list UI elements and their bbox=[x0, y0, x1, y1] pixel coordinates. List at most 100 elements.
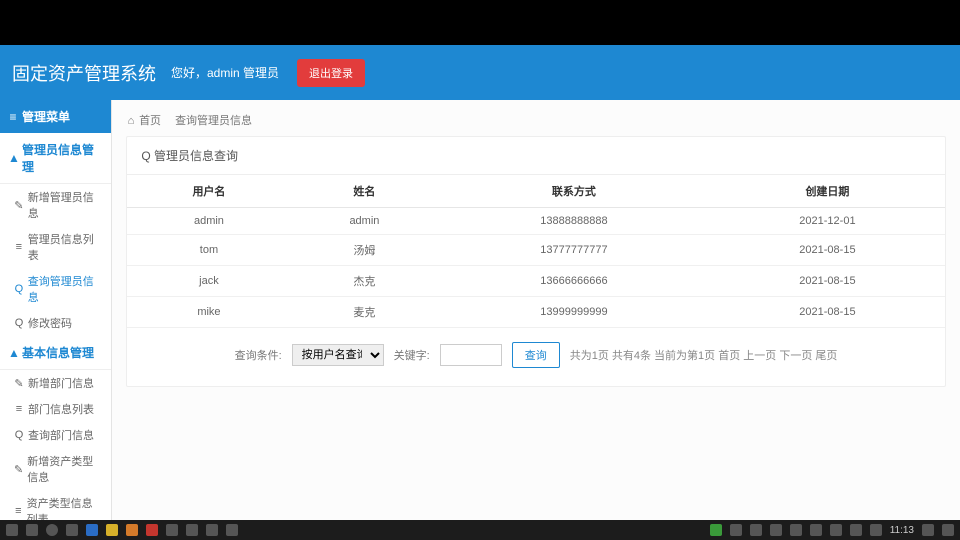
sidebar-item[interactable]: ✎新增部门信息 bbox=[0, 370, 111, 396]
item-icon: ≡ bbox=[14, 403, 24, 415]
filter-row: 查询条件: 按用户名查询 关键字: 查询 共为1页 共有4条 当前为第1页 首页… bbox=[127, 328, 945, 386]
sidebar-item-label: 查询部门信息 bbox=[28, 427, 94, 443]
cond-label: 查询条件: bbox=[235, 347, 282, 363]
sidebar-item[interactable]: ✎ 新增资产类型信息 bbox=[0, 448, 111, 490]
table-cell: 13777777777 bbox=[438, 235, 710, 266]
table-row[interactable]: tom汤姆137777777772021-08-15 bbox=[127, 235, 945, 266]
pagination-info[interactable]: 共为1页 共有4条 当前为第1页 首页 上一页 下一页 尾页 bbox=[570, 347, 838, 363]
item-icon: ✎ bbox=[14, 463, 23, 476]
tray-icon[interactable] bbox=[870, 524, 882, 536]
sidebar-header: ≡ 管理菜单 bbox=[0, 100, 111, 133]
sidebar-item-label: 新增管理员信息 bbox=[28, 189, 103, 221]
taskview-icon[interactable] bbox=[66, 524, 78, 536]
sidebar-category[interactable]: ▲ 管理员信息管理 bbox=[0, 133, 111, 184]
taskbar-right: 11:13 bbox=[710, 524, 954, 536]
keyword-label: 关键字: bbox=[394, 347, 430, 363]
taskbar-time[interactable]: 11:13 bbox=[890, 525, 914, 536]
start-icon[interactable] bbox=[6, 524, 18, 536]
tray-icon[interactable] bbox=[730, 524, 742, 536]
tray-icon[interactable] bbox=[790, 524, 802, 536]
sidebar-item-label: 修改密码 bbox=[28, 315, 72, 331]
item-icon: Q bbox=[14, 317, 24, 329]
item-icon: Q bbox=[14, 429, 24, 441]
cond-select[interactable]: 按用户名查询 bbox=[292, 344, 384, 366]
sidebar-item-label: 管理员信息列表 bbox=[28, 231, 103, 263]
breadcrumb: ⌂ 首页 查询管理员信息 bbox=[126, 108, 946, 136]
body-wrap: ≡ 管理菜单 ▲管理员信息管理✎新增管理员信息≡管理员信息列表Q查询管理员信息Q… bbox=[0, 100, 960, 520]
sidebar-item[interactable]: ≡ 资产类型信息列表 bbox=[0, 490, 111, 520]
tray-icon[interactable] bbox=[710, 524, 722, 536]
user-icon: ▲ bbox=[8, 151, 18, 165]
sidebar-item[interactable]: Q 修改密码 bbox=[0, 310, 111, 336]
query-panel: Q 管理员信息查询 用户名姓名联系方式创建日期 adminadmin138888… bbox=[126, 136, 946, 387]
sidebar-item[interactable]: ≡ 部门信息列表 bbox=[0, 396, 111, 422]
breadcrumb-home[interactable]: ⌂ 首页 bbox=[126, 112, 161, 128]
table-cell: 杰克 bbox=[291, 266, 438, 297]
sidebar-category-label: 管理员信息管理 bbox=[22, 141, 103, 175]
app-icon[interactable] bbox=[86, 524, 98, 536]
table-cell: 13888888888 bbox=[438, 208, 710, 235]
table-cell: 2021-08-15 bbox=[710, 266, 945, 297]
app-icon[interactable] bbox=[126, 524, 138, 536]
sidebar-item[interactable]: Q查询管理员信息 bbox=[0, 268, 111, 310]
table-cell: 2021-12-01 bbox=[710, 208, 945, 235]
user-icon: ▲ bbox=[8, 346, 18, 360]
sidebar-item[interactable]: ≡ 管理员信息列表 bbox=[0, 226, 111, 268]
sidebar-item-label: 资产类型信息列表 bbox=[27, 495, 103, 520]
content-area: ⌂ 首页 查询管理员信息 Q 管理员信息查询 用户名姓名联系方式创建日期 adm… bbox=[112, 100, 960, 520]
tray-icon[interactable] bbox=[810, 524, 822, 536]
table-row[interactable]: mike麦克139999999992021-08-15 bbox=[127, 297, 945, 328]
search-icon: Q bbox=[141, 149, 151, 163]
sidebar-item-label: 部门信息列表 bbox=[28, 401, 94, 417]
tray-icon[interactable] bbox=[850, 524, 862, 536]
tray-icon[interactable] bbox=[750, 524, 762, 536]
app-icon[interactable] bbox=[106, 524, 118, 536]
sidebar-category-label: 基本信息管理 bbox=[22, 344, 94, 361]
column-header: 联系方式 bbox=[438, 175, 710, 208]
sidebar-item-label: 查询管理员信息 bbox=[28, 273, 103, 305]
show-desktop[interactable] bbox=[942, 524, 954, 536]
search-taskbar-icon[interactable] bbox=[26, 524, 38, 536]
notification-icon[interactable] bbox=[922, 524, 934, 536]
app-icon[interactable] bbox=[166, 524, 178, 536]
panel-title: Q 管理员信息查询 bbox=[127, 137, 945, 175]
table-cell: 2021-08-15 bbox=[710, 235, 945, 266]
keyword-input[interactable] bbox=[440, 344, 502, 366]
app-icon[interactable] bbox=[206, 524, 218, 536]
column-header: 姓名 bbox=[291, 175, 438, 208]
admin-table: 用户名姓名联系方式创建日期 adminadmin138888888882021-… bbox=[127, 175, 945, 328]
item-icon: ≡ bbox=[14, 505, 23, 517]
sidebar-header-label: 管理菜单 bbox=[22, 108, 70, 125]
logout-button[interactable]: 退出登录 bbox=[297, 59, 365, 87]
sidebar: ≡ 管理菜单 ▲管理员信息管理✎新增管理员信息≡管理员信息列表Q查询管理员信息Q… bbox=[0, 100, 112, 520]
sidebar-item[interactable]: Q 查询部门信息 bbox=[0, 422, 111, 448]
os-taskbar[interactable]: 11:13 bbox=[0, 520, 960, 540]
table-cell: 13666666666 bbox=[438, 266, 710, 297]
tray-icon[interactable] bbox=[830, 524, 842, 536]
sidebar-item[interactable]: ✎ 新增管理员信息 bbox=[0, 184, 111, 226]
table-cell: admin bbox=[127, 208, 291, 235]
item-icon: ✎ bbox=[14, 199, 24, 212]
tray-icon[interactable] bbox=[770, 524, 782, 536]
list-icon: ≡ bbox=[8, 110, 18, 124]
item-icon: ≡ bbox=[14, 241, 24, 253]
app-icon[interactable] bbox=[226, 524, 238, 536]
column-header: 创建日期 bbox=[710, 175, 945, 208]
sidebar-item-label: 新增资产类型信息 bbox=[27, 453, 103, 485]
app-icon[interactable] bbox=[186, 524, 198, 536]
table-row[interactable]: adminadmin138888888882021-12-01 bbox=[127, 208, 945, 235]
table-row[interactable]: jack杰克136666666662021-08-15 bbox=[127, 266, 945, 297]
table-cell: jack bbox=[127, 266, 291, 297]
sidebar-category[interactable]: ▲ 基本信息管理 bbox=[0, 336, 111, 370]
table-cell: 麦克 bbox=[291, 297, 438, 328]
table-cell: tom bbox=[127, 235, 291, 266]
app-header: 固定资产管理系统 您好，admin 管理员 退出登录 bbox=[0, 45, 960, 100]
table-cell: 13999999999 bbox=[438, 297, 710, 328]
item-icon: ✎ bbox=[14, 377, 24, 390]
app-icon[interactable] bbox=[146, 524, 158, 536]
cortana-icon[interactable] bbox=[46, 524, 58, 536]
browser-top-blackbar bbox=[0, 0, 960, 45]
search-button[interactable]: 查询 bbox=[512, 342, 560, 368]
column-header: 用户名 bbox=[127, 175, 291, 208]
home-icon: ⌂ bbox=[126, 115, 136, 127]
